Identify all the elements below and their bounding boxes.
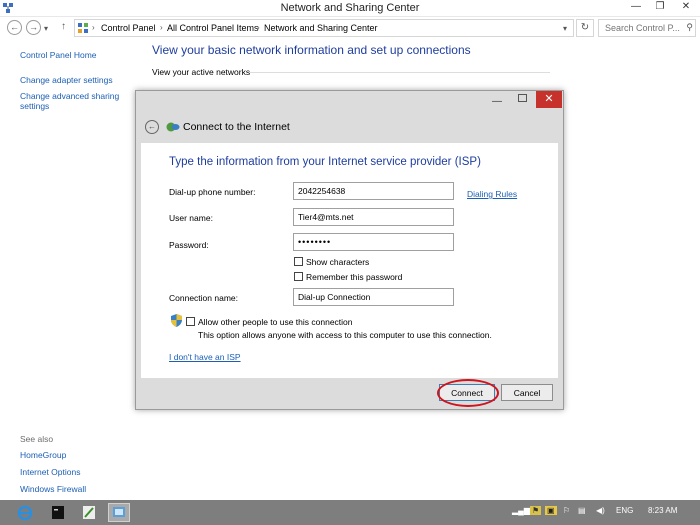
user-name-label: User name: [169, 213, 213, 223]
see-also-windows-firewall[interactable]: Windows Firewall [20, 484, 86, 494]
address-bar: ← → ▾ ↑ › Control Panel › All Control Pa… [0, 17, 700, 39]
page-title: View your basic network information and … [152, 43, 471, 57]
allow-others-label: Allow other people to use this connectio… [198, 317, 353, 327]
breadcrumb[interactable]: › Control Panel › All Control Panel Item… [74, 19, 574, 37]
close-button[interactable]: ✕ [674, 0, 698, 14]
control-panel-icon [78, 23, 88, 33]
search-icon[interactable]: ⚲ [686, 22, 693, 33]
dialog-maximize-button[interactable] [518, 94, 527, 102]
action-center-icon[interactable]: ⚑ [530, 506, 542, 515]
flag-tray-icon[interactable]: ⚐ [563, 506, 570, 515]
volume-icon[interactable]: ◀) [596, 506, 605, 515]
allow-others-description: This option allows anyone with access to… [198, 330, 492, 340]
remember-password-label: Remember this password [306, 272, 403, 282]
breadcrumb-separator: › [160, 23, 163, 32]
dialog-back-icon[interactable]: ← [145, 120, 159, 134]
dialog-minimize-button[interactable]: — [492, 96, 502, 107]
paint-icon[interactable] [78, 503, 100, 522]
search-input[interactable] [603, 21, 687, 35]
allow-others-checkbox[interactable] [186, 317, 195, 326]
taskbar: ▂▄▆ ⚑ ▣ ⚐ ▤ ◀) ENG 8:23 AM [0, 500, 700, 525]
internet-explorer-icon[interactable] [14, 503, 36, 522]
remember-password-checkbox[interactable] [294, 272, 303, 281]
password-label: Password: [169, 240, 209, 250]
connection-name-label: Connection name: [169, 293, 238, 303]
restore-button[interactable]: ❐ [648, 0, 672, 14]
phone-number-input[interactable] [293, 182, 454, 200]
connect-dialog: — ✕ ← Connect to the Internet Type the i… [135, 90, 564, 410]
show-characters-label: Show characters [306, 257, 370, 267]
uac-shield-icon [171, 314, 182, 327]
command-prompt-icon[interactable] [47, 503, 69, 522]
back-icon[interactable]: ← [7, 20, 22, 35]
dialog-caption: Connect to the Internet [183, 121, 290, 133]
cancel-button[interactable]: Cancel [501, 384, 553, 401]
globe-connection-icon [166, 122, 180, 132]
dialing-rules-link[interactable]: Dialing Rules [467, 189, 517, 199]
phone-label: Dial-up phone number: [169, 187, 256, 197]
nav-change-advanced-sharing[interactable]: Change advanced sharing settings [20, 91, 126, 111]
minimize-button[interactable]: — [624, 0, 648, 14]
see-also-internet-options[interactable]: Internet Options [20, 467, 86, 477]
vm-tools-icon[interactable]: ▣ [545, 506, 557, 515]
see-also: See also HomeGroup Internet Options Wind… [20, 434, 86, 501]
see-also-header: See also [20, 434, 54, 444]
dialog-form-panel: Type the information from your Internet … [141, 143, 558, 378]
dialog-close-button[interactable]: ✕ [536, 91, 562, 108]
network-tray-icon[interactable]: ▤ [578, 506, 586, 515]
breadcrumb-control-panel[interactable]: Control Panel [101, 23, 156, 33]
section-divider [250, 72, 550, 73]
up-arrow-icon[interactable]: ↑ [61, 21, 66, 32]
network-center-taskbar-icon[interactable] [108, 503, 130, 522]
title-bar: Network and Sharing Center — ❐ ✕ [0, 0, 700, 17]
nav-change-adapter-settings[interactable]: Change adapter settings [20, 75, 130, 85]
breadcrumb-separator: › [257, 23, 260, 32]
connection-name-input[interactable] [293, 288, 454, 306]
refresh-icon[interactable]: ↻ [576, 19, 594, 37]
language-indicator[interactable]: ENG [616, 506, 633, 515]
window-title: Network and Sharing Center [280, 2, 420, 14]
clock[interactable]: 8:23 AM [648, 506, 677, 515]
address-dropdown-icon[interactable]: ▾ [563, 24, 567, 33]
password-input[interactable] [293, 233, 454, 251]
signal-tray-icon[interactable]: ▂▄▆ [512, 506, 530, 515]
breadcrumb-separator: › [92, 23, 95, 32]
annotation-circle [437, 379, 499, 407]
breadcrumb-network-sharing[interactable]: Network and Sharing Center [264, 23, 378, 33]
history-dropdown-icon[interactable]: ▾ [44, 24, 48, 33]
user-name-input[interactable] [293, 208, 454, 226]
search-box[interactable]: ⚲ [598, 19, 696, 37]
dialog-title-bar: — ✕ [136, 91, 563, 113]
form-heading: Type the information from your Internet … [169, 156, 481, 168]
left-nav: Control Panel Home Change adapter settin… [20, 50, 130, 111]
nav-control-panel-home[interactable]: Control Panel Home [20, 50, 130, 60]
see-also-homegroup[interactable]: HomeGroup [20, 450, 86, 460]
breadcrumb-all-items[interactable]: All Control Panel Items [167, 23, 259, 33]
forward-icon[interactable]: → [26, 20, 41, 35]
no-isp-link[interactable]: I don't have an ISP [169, 352, 241, 362]
active-networks-label: View your active networks [152, 67, 251, 77]
show-characters-checkbox[interactable] [294, 257, 303, 266]
